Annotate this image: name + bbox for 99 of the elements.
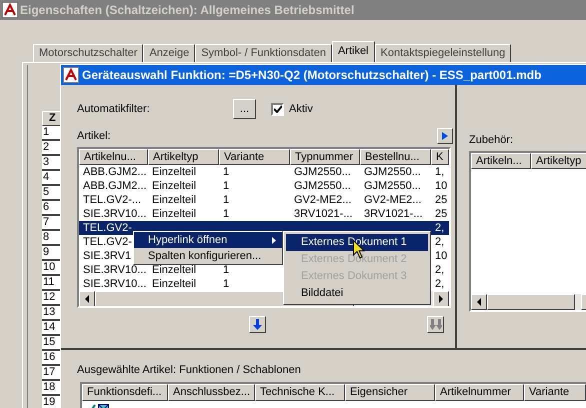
- list-cell[interactable]: SIE.3RV10...: [83, 278, 146, 290]
- app-icon: [63, 67, 79, 83]
- list-cell[interactable]: Einzelteil: [152, 180, 196, 192]
- list-cell[interactable]: 10: [435, 250, 448, 262]
- arrow-left-icon: [84, 295, 90, 303]
- column-header[interactable]: Typnummer: [290, 149, 360, 165]
- column-header[interactable]: Eigensicher: [345, 384, 435, 401]
- column-header[interactable]: Funktionsdefi...: [82, 384, 168, 401]
- row-number: 5: [42, 186, 62, 201]
- row-number: 19: [42, 396, 62, 408]
- play-icon: [442, 132, 448, 140]
- row-number: 18: [42, 381, 62, 396]
- row-number: 15: [42, 336, 62, 351]
- list-cell[interactable]: 1,: [435, 166, 444, 178]
- column-header[interactable]: K: [431, 149, 449, 165]
- menu-item[interactable]: Hyperlink öffnen: [134, 232, 282, 248]
- row-number: 8: [42, 231, 62, 246]
- dialog-title: Geräteauswahl Funktion: =D5+N30-Q2 (Motorschutzschalter) - ESS_part001.mdb: [82, 67, 542, 84]
- row-number: 12: [42, 291, 62, 306]
- list-cell[interactable]: Einzelteil: [152, 194, 196, 206]
- column-header[interactable]: Artikelnu...: [79, 149, 148, 165]
- arrow-down-icon: [253, 319, 262, 330]
- double-arrow-down-icon: [430, 319, 442, 330]
- list-cell[interactable]: GJM2550...: [364, 166, 421, 178]
- list-cell[interactable]: 1: [223, 208, 230, 220]
- column-header[interactable]: Artikeltyp: [148, 149, 219, 165]
- column-header[interactable]: Anschlussbez...: [168, 384, 255, 401]
- list-cell[interactable]: Einzelteil: [152, 264, 196, 276]
- list-cell[interactable]: 25: [435, 194, 448, 206]
- list-cell[interactable]: 2,: [435, 236, 444, 248]
- list-cell[interactable]: GV2-ME2...: [294, 194, 352, 206]
- list-cell[interactable]: 1: [223, 264, 230, 276]
- list-cell[interactable]: Einzelteil: [152, 208, 196, 220]
- menu-item[interactable]: Spalten konfigurieren...: [134, 248, 282, 264]
- row-number: 1: [42, 126, 62, 141]
- row-number: 10: [42, 261, 62, 276]
- list-cell[interactable]: TEL.GV2-...: [83, 194, 142, 206]
- column-header[interactable]: Technische K...: [255, 384, 345, 401]
- column-header[interactable]: Variante: [219, 149, 290, 165]
- row-number: 11: [42, 276, 62, 291]
- list-cell[interactable]: 25: [435, 208, 448, 220]
- list-cell[interactable]: 2,: [435, 264, 444, 276]
- expand-button[interactable]: [437, 128, 453, 144]
- list-cell[interactable]: Einzelteil: [152, 166, 196, 178]
- tab[interactable]: Symbol- / Funktionsdaten: [195, 44, 332, 62]
- menu-item[interactable]: Externes Dokument 1: [286, 234, 428, 251]
- scrollbar[interactable]: [471, 294, 586, 310]
- articles-label: Artikel:: [77, 128, 111, 144]
- list-cell[interactable]: GJM2550...: [294, 180, 351, 192]
- checkbox-label: Aktiv: [289, 102, 313, 117]
- list-cell[interactable]: 1: [223, 278, 230, 290]
- list-cell[interactable]: ABB.GJM2...: [83, 180, 147, 192]
- list-cell[interactable]: 3RV1021-...: [364, 208, 423, 220]
- row-number: 7: [42, 216, 62, 231]
- list-cell[interactable]: 10: [435, 180, 448, 192]
- list-cell[interactable]: ABB.GJM2...: [83, 166, 147, 178]
- tab[interactable]: Motorschutzschalter: [33, 44, 144, 62]
- accessories-label: Zubehör:: [469, 133, 514, 148]
- filter-button[interactable]: ...: [233, 99, 256, 119]
- column-header[interactable]: Artikelnummer: [435, 384, 524, 401]
- column-header[interactable]: Bestellnu...: [360, 149, 431, 165]
- list-cell[interactable]: 2,: [435, 222, 444, 234]
- row-number: 4: [42, 171, 62, 186]
- column-header[interactable]: Variante: [524, 384, 586, 401]
- row-number: 2: [42, 141, 62, 156]
- window-title: Eigenschaften (Schaltzeichen): Allgemeines Betriebsmittel: [20, 2, 354, 19]
- tab[interactable]: Artikel: [332, 41, 374, 62]
- selected-articles-label: Ausgewählte Artikel: Funktionen / Schablonen: [77, 363, 302, 377]
- column-header[interactable]: Artikeln...: [471, 153, 531, 169]
- tab[interactable]: Kontaktspiegeleinstellung: [374, 44, 512, 62]
- active-checkbox[interactable]: [271, 102, 284, 116]
- row-number: 17: [42, 366, 62, 381]
- move-down-button[interactable]: [249, 316, 266, 333]
- arrow-right-icon: [438, 295, 444, 303]
- list-cell[interactable]: 1: [223, 180, 230, 192]
- list-cell[interactable]: Einzelteil: [152, 278, 196, 290]
- arrow-left-icon: [476, 298, 482, 306]
- row-number: 3: [42, 156, 62, 171]
- list-cell[interactable]: SIE.3RV1: [83, 250, 132, 262]
- list-cell[interactable]: TEL.GV2-: [83, 222, 132, 234]
- column-header[interactable]: Artikeltyp: [531, 153, 586, 169]
- filter-label: Automatikfilter:: [77, 102, 151, 117]
- list-cell[interactable]: 1: [223, 166, 230, 178]
- list-cell[interactable]: SIE.3RV10...: [83, 264, 146, 276]
- list-cell[interactable]: 1: [223, 194, 230, 206]
- list-cell[interactable]: 3RV1021-...: [294, 208, 353, 220]
- list-cell[interactable]: GJM2550...: [294, 166, 351, 178]
- list-cell[interactable]: GJM2550...: [364, 180, 421, 192]
- list-cell[interactable]: TEL.GV2-: [83, 236, 132, 248]
- list-cell[interactable]: SIE.3RV10...: [83, 208, 146, 220]
- list-cell[interactable]: GV2-ME2...: [364, 194, 422, 206]
- row-number: 9: [42, 246, 62, 261]
- tab[interactable]: Anzeige: [143, 44, 196, 62]
- row-number: 6: [42, 201, 62, 216]
- row-number: 14: [42, 321, 62, 336]
- list-cell[interactable]: 2,: [435, 278, 444, 290]
- row-number: 13: [42, 306, 62, 321]
- row-number: 16: [42, 351, 62, 366]
- menu-item[interactable]: Bilddatei: [286, 285, 428, 302]
